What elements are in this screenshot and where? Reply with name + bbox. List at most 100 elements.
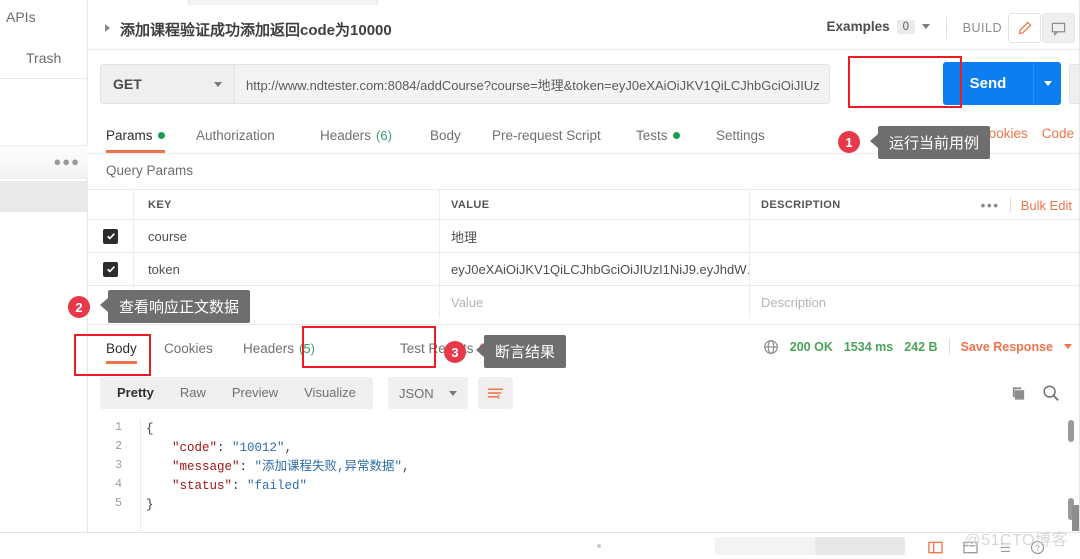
build-label[interactable]: BUILD bbox=[963, 21, 1002, 35]
tab-label: Headers bbox=[243, 340, 295, 356]
left-sidebar: APIs Trash ●●● bbox=[0, 0, 88, 559]
tab-label: Headers bbox=[320, 128, 372, 143]
status-code: 200 OK bbox=[789, 339, 833, 354]
table-row[interactable]: course 地理 bbox=[88, 219, 1080, 252]
format-visualize[interactable]: Visualize bbox=[291, 377, 369, 409]
response-status-bar: 200 OK 1534 ms 242 B Save Response bbox=[763, 338, 1072, 355]
copy-icon bbox=[1012, 387, 1025, 400]
http-method-label: GET bbox=[113, 76, 142, 92]
toolbar-divider bbox=[946, 17, 947, 39]
modified-dot-icon bbox=[672, 132, 680, 139]
table-row[interactable]: token eyJ0eXAiOiJKV1QiLCJhbGciOiJIUzI1Ni… bbox=[88, 252, 1080, 285]
two-pane-icon[interactable] bbox=[928, 541, 943, 555]
line-number: 5 bbox=[115, 497, 122, 510]
annotation-number-2: 2 bbox=[68, 296, 90, 318]
status-dot-icon bbox=[597, 544, 601, 548]
chevron-right-icon[interactable] bbox=[105, 24, 110, 32]
response-tab-cookies[interactable]: Cookies bbox=[164, 332, 213, 364]
row-checkbox[interactable] bbox=[103, 261, 118, 277]
pencil-icon bbox=[1018, 21, 1032, 34]
examples-dropdown[interactable]: Examples 0 bbox=[827, 19, 930, 34]
tab-count: (6) bbox=[376, 128, 392, 143]
chevron-down-icon[interactable] bbox=[1064, 344, 1072, 349]
line-number: 2 bbox=[115, 440, 122, 453]
highlight-box-body-tab bbox=[74, 334, 151, 376]
save-response-button[interactable]: Save Response bbox=[961, 340, 1053, 354]
watermark: @51CTO博客 bbox=[964, 532, 1068, 549]
tab-label: Authorization bbox=[196, 128, 275, 143]
language-select[interactable]: JSON bbox=[388, 377, 468, 409]
format-raw[interactable]: Raw bbox=[167, 377, 219, 409]
request-title-row: 添加课程验证成功添加返回code为10000 Examples 0 BUILD bbox=[88, 5, 1080, 50]
tab-headers[interactable]: Headers (6) bbox=[320, 118, 392, 153]
code-line: "status": "failed" bbox=[172, 479, 308, 493]
annotation-callout-2: 查看响应正文数据 bbox=[108, 290, 251, 323]
sidebar-divider bbox=[0, 78, 88, 79]
response-body-viewer[interactable]: 1 2 3 4 5 { "code": "10012", "message": … bbox=[88, 416, 1080, 533]
edit-pencil-button[interactable] bbox=[1008, 13, 1041, 43]
column-header-description: DESCRIPTION bbox=[761, 198, 841, 211]
tab-pre-request-script[interactable]: Pre-request Script bbox=[492, 118, 601, 153]
more-options-icon[interactable]: ●●● bbox=[53, 155, 80, 168]
bottom-search-field-secondary[interactable] bbox=[815, 537, 905, 555]
tab-body[interactable]: Body bbox=[430, 118, 461, 153]
sidebar-collection-row-hovered[interactable]: ●●● bbox=[0, 145, 88, 179]
comments-button[interactable] bbox=[1042, 13, 1075, 43]
response-tabs: Body Cookies Headers (5) Test Results (0… bbox=[88, 326, 1080, 364]
code-link[interactable]: Code bbox=[1042, 126, 1074, 141]
sidebar-collection-row-selected[interactable] bbox=[0, 181, 88, 212]
tab-authorization[interactable]: Authorization bbox=[196, 118, 275, 153]
chevron-down-icon[interactable] bbox=[922, 24, 930, 29]
window-scrollbar-thumb[interactable] bbox=[1072, 505, 1079, 531]
examples-count-badge: 0 bbox=[896, 19, 915, 34]
tab-params[interactable]: Params bbox=[106, 118, 165, 153]
sidebar-item-apis[interactable]: APIs bbox=[6, 9, 36, 25]
tab-label: Params bbox=[106, 128, 153, 143]
table-header-actions: ••• Bulk Edit bbox=[980, 190, 1072, 220]
code-line: } bbox=[146, 498, 154, 512]
highlight-box-send bbox=[848, 56, 962, 108]
chevron-down-icon bbox=[449, 390, 457, 396]
value-placeholder: Value bbox=[451, 294, 484, 310]
http-method-select[interactable]: GET bbox=[100, 64, 235, 104]
query-params-label: Query Params bbox=[106, 163, 194, 178]
table-header-row: KEY VALUE DESCRIPTION ••• Bulk Edit bbox=[88, 189, 1080, 219]
comment-icon bbox=[1051, 22, 1066, 36]
line-number-gutter: 1 2 3 4 5 bbox=[88, 416, 132, 533]
format-pretty[interactable]: Pretty bbox=[104, 377, 167, 409]
format-preview[interactable]: Preview bbox=[219, 377, 291, 409]
request-tabs-right: Cookies Code bbox=[979, 126, 1074, 141]
tab-settings[interactable]: Settings bbox=[716, 118, 765, 153]
divider bbox=[1009, 197, 1011, 213]
url-input[interactable]: http://www.ndtester.com:8084/addCourse?c… bbox=[235, 64, 830, 104]
column-header-key: KEY bbox=[148, 198, 172, 211]
highlight-box-test-results-tab bbox=[302, 326, 436, 368]
page-title: 添加课程验证成功添加返回code为10000 bbox=[120, 22, 392, 39]
wrap-lines-button[interactable] bbox=[478, 377, 513, 409]
scrollbar-thumb[interactable] bbox=[1068, 420, 1074, 442]
tab-label: Pre-request Script bbox=[492, 128, 601, 143]
line-number: 4 bbox=[115, 478, 122, 491]
copy-button[interactable] bbox=[1010, 385, 1027, 407]
search-button[interactable] bbox=[1042, 384, 1060, 407]
code-line: { bbox=[146, 422, 154, 436]
response-time: 1534 ms bbox=[843, 339, 894, 354]
modified-dot-icon bbox=[157, 132, 165, 139]
bottom-search-field[interactable] bbox=[715, 537, 815, 555]
param-key: course bbox=[148, 228, 188, 244]
row-checkbox[interactable] bbox=[103, 228, 118, 244]
param-value: eyJ0eXAiOiJKV1QiLCJhbGciOiJIUzI1NiJ9.eyJ… bbox=[451, 261, 750, 277]
more-options-icon[interactable]: ••• bbox=[980, 198, 999, 212]
chevron-down-icon[interactable] bbox=[214, 81, 222, 87]
bulk-edit-button[interactable]: Bulk Edit bbox=[1021, 198, 1072, 213]
send-options-button[interactable] bbox=[1033, 62, 1061, 105]
table-bottom-border bbox=[88, 324, 1080, 325]
postman-window: APIs Trash ●●● 添加课程验证成功添加返回code为10000 Ex… bbox=[0, 0, 1080, 559]
wrap-lines-icon bbox=[487, 388, 504, 400]
url-text: http://www.ndtester.com:8084/addCourse?c… bbox=[246, 77, 820, 93]
description-placeholder: Description bbox=[761, 294, 827, 310]
sidebar-item-trash[interactable]: Trash bbox=[26, 50, 61, 66]
annotation-number-1: 1 bbox=[838, 131, 860, 153]
tab-label: Body bbox=[430, 128, 461, 143]
tab-tests[interactable]: Tests bbox=[636, 118, 680, 153]
